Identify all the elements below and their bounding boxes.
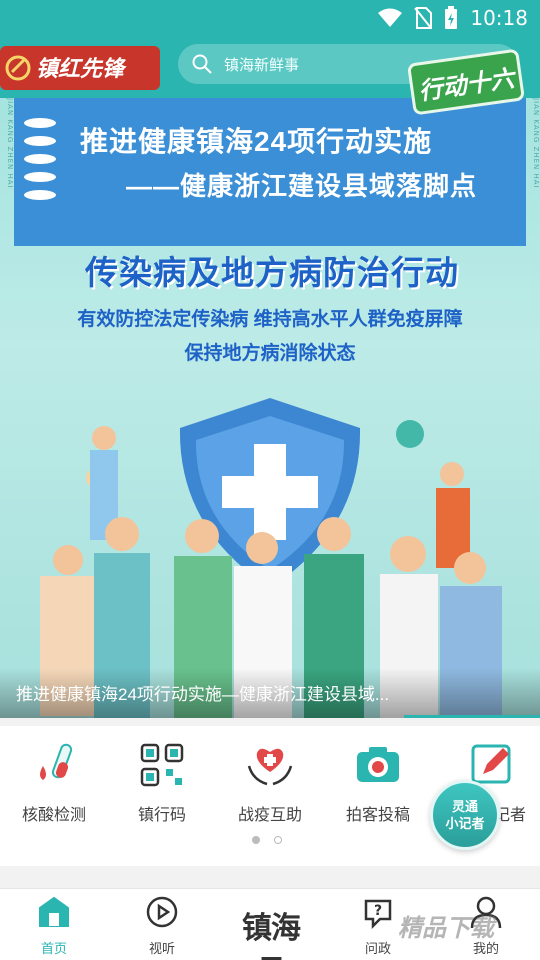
carousel-progress xyxy=(404,715,540,718)
home-icon xyxy=(39,896,69,927)
banner-slogan-1: 有效防控法定传染病 维持高水平人群免疫屏障 xyxy=(77,309,463,330)
medical-workers-illustration xyxy=(40,398,502,718)
quick-action-label: 核酸检测 xyxy=(21,807,86,824)
nav-video[interactable]: 视听 xyxy=(122,895,202,957)
hero-banner[interactable]: JIAN KANG ZHEN HAI JIAN KANG ZHEN HAI 推进… xyxy=(0,38,540,718)
banner-headline: 推进健康镇海24项行动实施 xyxy=(80,126,433,157)
reporter-fab-line1: 灵通 xyxy=(451,799,478,814)
quick-action-mutual-aid[interactable]: 战疫互助 xyxy=(220,742,320,825)
watermark: 精品下载 xyxy=(398,915,494,942)
banner-main-title: 传染病及地方病防治行动 xyxy=(85,254,459,291)
clock: 10:18 xyxy=(470,6,528,30)
quick-action-submit-photo[interactable]: 拍客投稿 xyxy=(328,742,428,825)
quick-action-nucleic-test[interactable]: 核酸检测 xyxy=(4,742,104,825)
test-tube-icon xyxy=(40,743,73,780)
search-input[interactable]: 镇海新鲜事 xyxy=(224,54,299,75)
app-screen: 10:18 JIAN KANG ZHEN HAI JIAN KANG ZHEN … xyxy=(0,0,540,960)
banner-caption[interactable]: 推进健康镇海24项行动实施—健康浙江建设县域... xyxy=(16,680,389,705)
action-badge-label: 行动十六 xyxy=(417,64,516,106)
reporter-fab[interactable]: 灵通 小记者 xyxy=(430,780,500,850)
no-sim-icon xyxy=(414,7,433,29)
heart-hands-icon xyxy=(247,748,293,786)
nav-label: 首页 xyxy=(40,941,67,956)
banner-subheadline: ——健康浙江建设县域落脚点 xyxy=(126,171,478,201)
nav-zhenhai-account[interactable]: 镇海号 xyxy=(228,903,314,960)
page-indicator xyxy=(252,836,282,844)
app-logo[interactable]: 镇红先锋 xyxy=(0,42,160,94)
qr-code-icon xyxy=(140,743,184,787)
play-icon xyxy=(146,896,178,928)
nav-home[interactable]: 首页 xyxy=(14,895,94,957)
wifi-icon xyxy=(378,8,403,27)
battery-icon xyxy=(445,6,458,29)
question-icon: ? xyxy=(364,899,392,930)
camera-icon xyxy=(357,747,399,782)
nav-label: 视听 xyxy=(148,941,175,956)
svg-text:?: ? xyxy=(374,903,382,919)
page-dot-active xyxy=(252,836,260,844)
reporter-fab-line2: 小记者 xyxy=(445,816,485,831)
status-bar: 10:18 xyxy=(0,0,540,38)
quick-action-label: 战疫互助 xyxy=(237,807,302,824)
search-icon xyxy=(192,54,212,74)
disc-decoration xyxy=(24,118,60,208)
quick-action-label: 镇行码 xyxy=(137,807,186,824)
svg-text:镇红先锋: 镇红先锋 xyxy=(36,56,127,82)
page-dot xyxy=(274,836,282,844)
quick-action-qr-code[interactable]: 镇行码 xyxy=(112,742,212,825)
quick-action-label: 拍客投稿 xyxy=(345,807,410,824)
